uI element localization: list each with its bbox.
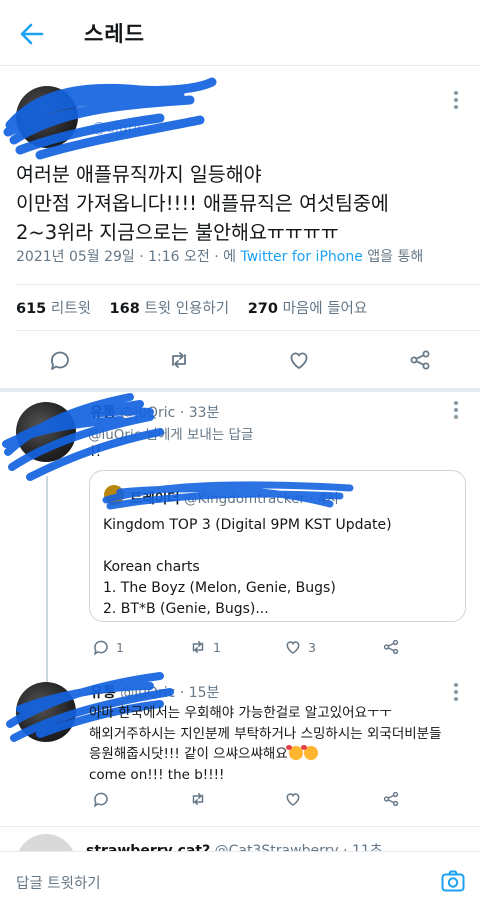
share-action[interactable]	[382, 638, 400, 656]
back-arrow-icon[interactable]	[18, 20, 46, 48]
like-heart-icon	[286, 793, 300, 806]
reply-author-name[interactable]: 유통	[90, 405, 116, 421]
reply-author-handle[interactable]: @juQric	[120, 405, 175, 421]
reply-time: · 15분	[179, 685, 220, 701]
like-count: 3	[308, 639, 316, 655]
retweet-icon	[192, 793, 204, 805]
reply-text-line: 해외거주하시는 지인분께 부탁하거나 스밍하시는 외국더비분들	[89, 725, 442, 742]
top-bar: 스레드	[0, 0, 480, 66]
quoted-text: Kingdom TOP 3 (Digital 9PM KST Update) K…	[103, 517, 392, 617]
tweet-date: 2021년 05월 29일 · 1:16 오전 · 에	[16, 249, 237, 265]
reply-text: !!	[90, 444, 102, 460]
like-action[interactable]	[284, 790, 302, 808]
reply-text: 아마 한국에서는 우회해야 가능한걸로 알고있어요ㅜㅜ 해외거주하시는 지인분께…	[89, 703, 442, 785]
retweet-action[interactable]: 1	[189, 638, 221, 656]
reply-compose-placeholder[interactable]: 답글 트윗하기	[16, 872, 101, 893]
divider	[0, 388, 480, 392]
page-title: 스레드	[84, 22, 145, 46]
reply-compose-bar[interactable]: 답글 트윗하기	[0, 851, 480, 910]
share-action[interactable]	[382, 790, 400, 808]
retweet-icon[interactable]	[167, 348, 191, 372]
reply-to-label: @luQric 님에게 보내는 답글	[88, 427, 254, 443]
quoted-header: 트레이더 @Kingdomtracker · 4시	[130, 487, 339, 507]
like-heart-icon[interactable]	[287, 348, 311, 372]
share-icon[interactable]	[408, 348, 432, 372]
reply-icon	[93, 640, 108, 656]
tweet-source-suffix: 앱을 통해	[367, 249, 424, 265]
author-avatar[interactable]	[16, 86, 78, 148]
camera-icon[interactable]	[440, 868, 466, 894]
reply-action[interactable]: 1	[92, 638, 124, 656]
more-options-icon[interactable]	[448, 88, 464, 112]
reply-icon[interactable]	[48, 348, 72, 372]
more-options-icon[interactable]	[448, 680, 464, 704]
author-handle[interactable]: @ulgrlc	[92, 120, 145, 136]
quoted-avatar	[104, 485, 124, 505]
share-icon	[383, 791, 399, 807]
tweet-source-link[interactable]: Twitter for iPhone	[240, 249, 362, 265]
reply-header: 유통 @juQric · 15분	[90, 682, 219, 702]
quoted-author-handle: @Kingdomtracker	[183, 491, 305, 507]
reply-header: 유통 @juQric · 33분	[90, 402, 219, 422]
quoted-author-name: 트레이더	[130, 491, 180, 507]
reply-text-line: come on!!! the b!!!!	[89, 766, 225, 783]
reply-avatar[interactable]	[16, 682, 76, 742]
reply-author-name[interactable]: 유통	[90, 685, 116, 701]
reply-text-line: 응원해줍시닷!!! 같이 으쌰으쌰해요	[89, 744, 442, 765]
reply-avatar[interactable]	[16, 402, 76, 462]
smiling-hearts-emoji-icon	[300, 745, 318, 760]
tweet-stats: 615 리트윗 168 트윗 인용하기 270 마음에 들어요	[16, 297, 381, 318]
tweet-text-line: 2~3위라 지금으로는 불안해요ㅠㅠㅠㅠ	[16, 221, 339, 244]
tweet-text: 여러분 애플뮤직까지 일등해야 이만점 가져옵니다!!!! 애플뮤직은 여섯팀중…	[16, 160, 466, 247]
retweet-count: 1	[213, 639, 221, 655]
retweet-icon	[192, 641, 204, 653]
divider	[16, 284, 480, 285]
reply-text-line: 아마 한국에서는 우회해야 가능한걸로 알고있어요ㅜㅜ	[89, 705, 392, 721]
retweets-stat[interactable]: 615 리트윗	[16, 301, 91, 317]
reply-icon	[93, 792, 108, 808]
reply-count: 1	[116, 639, 124, 655]
reply-time: · 33분	[179, 405, 220, 421]
thread-connector	[46, 476, 48, 694]
divider	[16, 330, 480, 331]
retweet-action[interactable]	[189, 790, 207, 808]
quoted-time: · 4시	[309, 491, 339, 507]
likes-stat[interactable]: 270 마음에 들어요	[248, 301, 368, 317]
reply-action[interactable]	[92, 790, 110, 808]
tweet-text-line: 이만점 가져옵니다!!!! 애플뮤직은 여섯팀중에	[16, 192, 389, 215]
more-options-icon[interactable]	[448, 398, 464, 422]
like-action[interactable]: 3	[284, 638, 316, 656]
reply-author-handle[interactable]: @juQric	[120, 685, 175, 701]
quotes-stat[interactable]: 168 트윗 인용하기	[110, 301, 230, 317]
like-heart-icon	[286, 641, 300, 654]
divider	[0, 826, 480, 827]
quoted-tweet-card[interactable]: 트레이더 @Kingdomtracker · 4시 Kingdom TOP 3 …	[89, 470, 466, 622]
tweet-text-line: 여러분 애플뮤직까지 일등해야	[16, 163, 262, 186]
tweet-meta: 2021년 05월 29일 · 1:16 오전 · 에 Twitter for …	[16, 246, 423, 266]
share-icon	[383, 639, 399, 655]
